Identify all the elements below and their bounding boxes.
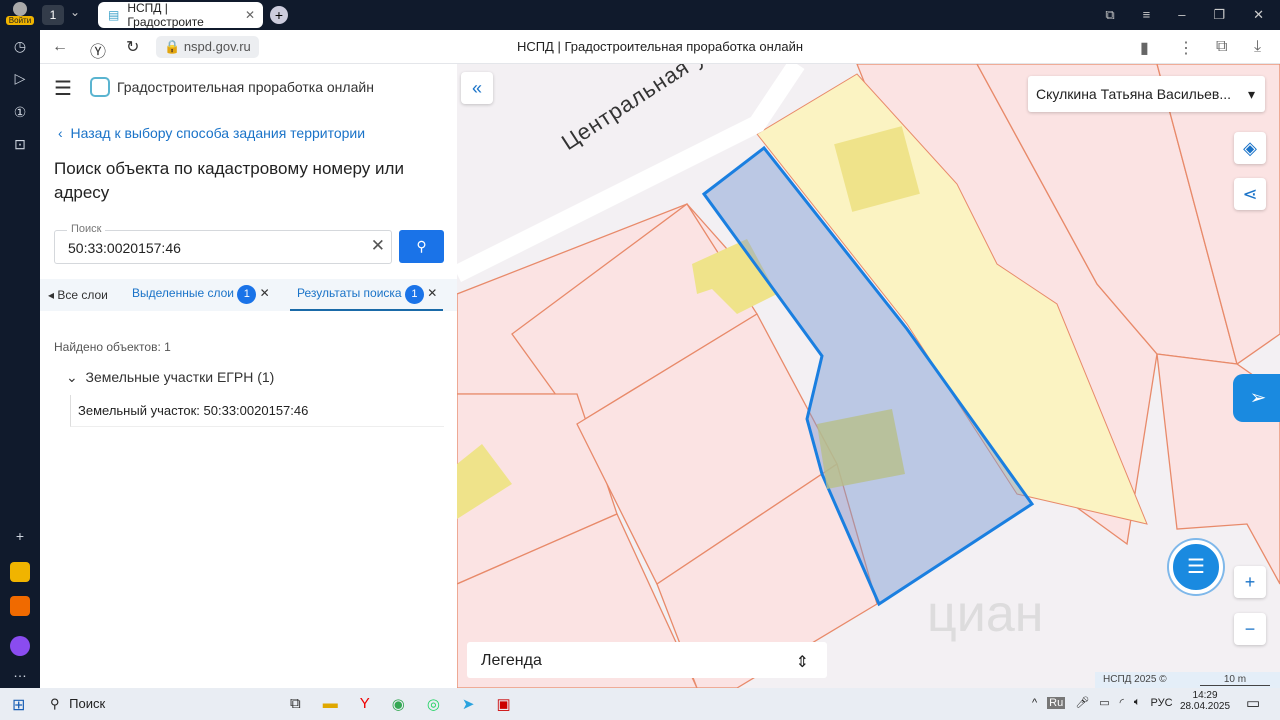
- side-panel: ☰ Градостроительная проработка онлайн ‹ …: [40, 64, 457, 688]
- feedback-button[interactable]: ➢: [1233, 374, 1280, 422]
- close-window-icon[interactable]: ✕: [1253, 7, 1264, 23]
- close-tab-icon[interactable]: ✕: [245, 8, 255, 22]
- telegram-icon[interactable]: ➤: [462, 695, 475, 713]
- expand-icon: ⇕: [795, 654, 809, 671]
- screenshot-icon[interactable]: ⊡: [10, 136, 30, 156]
- chevron-down-icon[interactable]: ⌄: [70, 5, 80, 19]
- collapse-panel-button[interactable]: «: [461, 72, 493, 104]
- bookmark-icon[interactable]: ▮: [1140, 38, 1149, 58]
- mail-icon[interactable]: [10, 596, 30, 616]
- zoom-out-button[interactable]: −: [1234, 613, 1266, 645]
- caret-down-icon: ▾: [1247, 86, 1255, 102]
- layers-icon: ◈: [1243, 137, 1257, 158]
- result-group[interactable]: ⌄ Земельные участки ЕГРН (1): [66, 369, 274, 386]
- double-chevron-left-icon: «: [471, 77, 482, 98]
- scale-bar: 10 m: [1200, 674, 1270, 686]
- volume-icon: 🔈︎: [1133, 696, 1141, 708]
- hamburger-menu-icon[interactable]: ☰: [54, 76, 72, 101]
- found-count: Найдено объектов: 1: [54, 340, 171, 354]
- browser-sidebar: ◷ ▷ ① ⊡ + …: [0, 30, 40, 688]
- chat-button[interactable]: ☰: [1169, 540, 1223, 594]
- app-title: Градостроительная проработка онлайн: [117, 79, 374, 95]
- clock[interactable]: 14:29 28.04.2025: [1180, 690, 1230, 712]
- alice-icon[interactable]: [10, 636, 30, 656]
- address-bar: ← Ⓨ ↻ 🔒 nspd.gov.ru НСПД | Градостроител…: [40, 30, 1280, 64]
- file-explorer-icon[interactable]: ▬: [323, 695, 338, 713]
- plus-icon: +: [1244, 571, 1256, 592]
- mic-icon: 🎤︎: [1075, 697, 1090, 709]
- tabs-icon[interactable]: ①: [10, 104, 30, 124]
- video-icon[interactable]: ▷: [10, 70, 30, 90]
- zoom-in-button[interactable]: +: [1234, 566, 1266, 598]
- profile-button[interactable]: Войти: [6, 2, 34, 28]
- search-icon: ⚲: [416, 238, 427, 254]
- download-icon[interactable]: ⤓: [1254, 38, 1261, 56]
- yandex-browser-icon[interactable]: Y: [360, 695, 370, 713]
- app-logo-icon: [90, 77, 110, 97]
- tabs-bar: ◂ Все слои Выделенные слои 1 ✕ Результат…: [40, 279, 457, 311]
- back-link[interactable]: ‹ Назад к выбору способа задания террито…: [58, 125, 365, 141]
- minimize-icon[interactable]: –: [1178, 7, 1185, 23]
- browser-tab[interactable]: ▤ НСПД | Градостроите ✕: [98, 1, 263, 29]
- minus-icon: −: [1244, 618, 1256, 639]
- maximize-icon[interactable]: ❐: [1213, 7, 1225, 23]
- page-heading: Поиск объекта по кадастровому номеру или…: [54, 159, 404, 202]
- site-favicon-icon: ▤: [108, 8, 120, 22]
- more-icon[interactable]: ⋮: [1178, 38, 1194, 58]
- acrobat-icon[interactable]: ▣: [497, 695, 511, 713]
- menu-icon[interactable]: ≡: [1143, 7, 1151, 23]
- result-item[interactable]: Земельный участок: 50:33:0020157:46: [70, 395, 444, 427]
- battery-icon: ▭: [1099, 697, 1110, 709]
- language-indicator[interactable]: РУС: [1150, 697, 1172, 709]
- collections-icon[interactable]: ⧉: [1105, 7, 1114, 23]
- map-layer: [457, 64, 1280, 688]
- app-icon[interactable]: [10, 562, 30, 582]
- tab-selected-layers[interactable]: Выделенные слои 1 ✕: [132, 285, 270, 304]
- notifications-icon[interactable]: ▭: [1246, 694, 1260, 712]
- watermark: циан: [927, 585, 1044, 643]
- task-view-icon[interactable]: ⧉: [290, 695, 301, 713]
- tab-search-results[interactable]: Результаты поиска 1 ✕: [290, 279, 443, 311]
- tab-all-layers[interactable]: ◂ Все слои: [48, 288, 108, 302]
- send-icon: ➢: [1249, 387, 1267, 409]
- extensions-icon[interactable]: ⧉: [1216, 38, 1227, 56]
- browser-tab-bar: Войти 1 ⌄ ▤ НСПД | Градостроите ✕ + ⧉ ≡ – ❐…: [0, 0, 1280, 30]
- search-input[interactable]: Поиск 50:33:0020157:46 ✕: [54, 223, 392, 264]
- reload-icon[interactable]: ↻: [126, 37, 139, 57]
- chrome-icon[interactable]: ◉: [392, 695, 405, 713]
- user-menu[interactable]: Скулкина Татьяна Васильев... ▾: [1028, 76, 1265, 112]
- map-attribution: НСПД 2025 © 10 m: [1095, 672, 1280, 688]
- more-icon[interactable]: …: [10, 664, 30, 684]
- chat-icon: ☰: [1187, 556, 1205, 578]
- map-canvas[interactable]: Центральная ул циан « Скулкина Татьяна В…: [457, 64, 1280, 688]
- share-button[interactable]: ⋖: [1234, 178, 1266, 210]
- taskbar-search[interactable]: ⚲ Поиск: [50, 696, 105, 712]
- history-icon[interactable]: ◷: [10, 38, 30, 58]
- clear-search-icon[interactable]: ✕: [371, 236, 385, 256]
- taskbar: ⊞ ⚲ Поиск ⧉ ▬ Y ◉ ◎ ➤ ▣ ^ Ru 🎤︎ ▭ ◜ 🔈︎ РУС 14:29 28.0…: [0, 688, 1280, 720]
- tab-counter[interactable]: 1: [42, 5, 64, 25]
- share-icon: ⋖: [1242, 183, 1258, 204]
- whatsapp-icon[interactable]: ◎: [427, 695, 440, 713]
- search-button[interactable]: ⚲: [399, 230, 444, 263]
- legend-toggle[interactable]: Легенда ⇕: [467, 642, 827, 678]
- chevron-up-icon[interactable]: ^: [1032, 697, 1037, 709]
- windows-start-icon[interactable]: ⊞: [12, 695, 25, 715]
- url-field[interactable]: 🔒 nspd.gov.ru: [156, 36, 259, 58]
- add-icon[interactable]: +: [10, 528, 30, 548]
- back-icon[interactable]: ←: [52, 38, 68, 56]
- yandex-icon[interactable]: Ⓨ: [90, 38, 106, 62]
- wifi-icon: ◜: [1119, 697, 1124, 709]
- new-tab-button[interactable]: +: [270, 6, 288, 24]
- layers-button[interactable]: ◈: [1234, 132, 1266, 164]
